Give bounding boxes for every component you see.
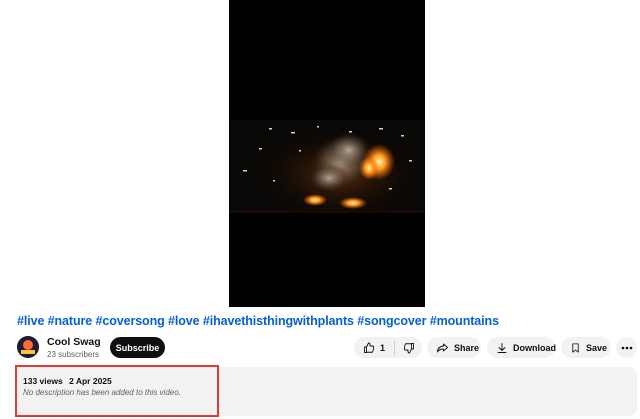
download-button[interactable]: Download — [487, 337, 556, 358]
share-button[interactable]: Share — [427, 337, 481, 358]
video-player[interactable] — [229, 0, 425, 307]
more-horizontal-icon — [621, 346, 633, 350]
dislike-button[interactable] — [395, 337, 422, 358]
like-button[interactable]: 1 — [354, 337, 394, 358]
watch-page: #live #nature #coversong #love #ihavethi… — [0, 0, 640, 419]
subscribe-button[interactable]: Subscribe — [110, 337, 165, 358]
thumbs-down-icon — [403, 342, 415, 354]
channel-avatar[interactable] — [17, 336, 39, 358]
thumbs-up-icon — [363, 342, 375, 354]
video-frame — [229, 0, 425, 307]
upload-date: 2 Apr 2025 — [69, 376, 112, 386]
save-label: Save — [586, 342, 608, 353]
description-meta: 133 views 2 Apr 2025 — [23, 376, 112, 386]
description-text: No description has been added to this vi… — [23, 388, 181, 397]
download-icon — [496, 342, 508, 354]
description-box[interactable]: 133 views 2 Apr 2025 No description has … — [15, 367, 637, 416]
video-title[interactable]: #live #nature #coversong #love #ihavethi… — [17, 314, 499, 328]
like-dislike-group: 1 — [354, 337, 422, 358]
view-count: 133 views — [23, 376, 63, 386]
avatar-image — [17, 336, 39, 358]
share-arrow-icon — [436, 342, 449, 354]
save-button[interactable]: Save — [561, 337, 611, 358]
more-actions-button[interactable] — [616, 337, 637, 358]
share-label: Share — [454, 342, 480, 353]
bookmark-icon — [570, 342, 581, 354]
download-label: Download — [513, 342, 556, 353]
channel-name[interactable]: Cool Swag — [47, 336, 101, 348]
subscriber-count: 23 subscribers — [47, 350, 100, 359]
like-count: 1 — [380, 342, 386, 353]
